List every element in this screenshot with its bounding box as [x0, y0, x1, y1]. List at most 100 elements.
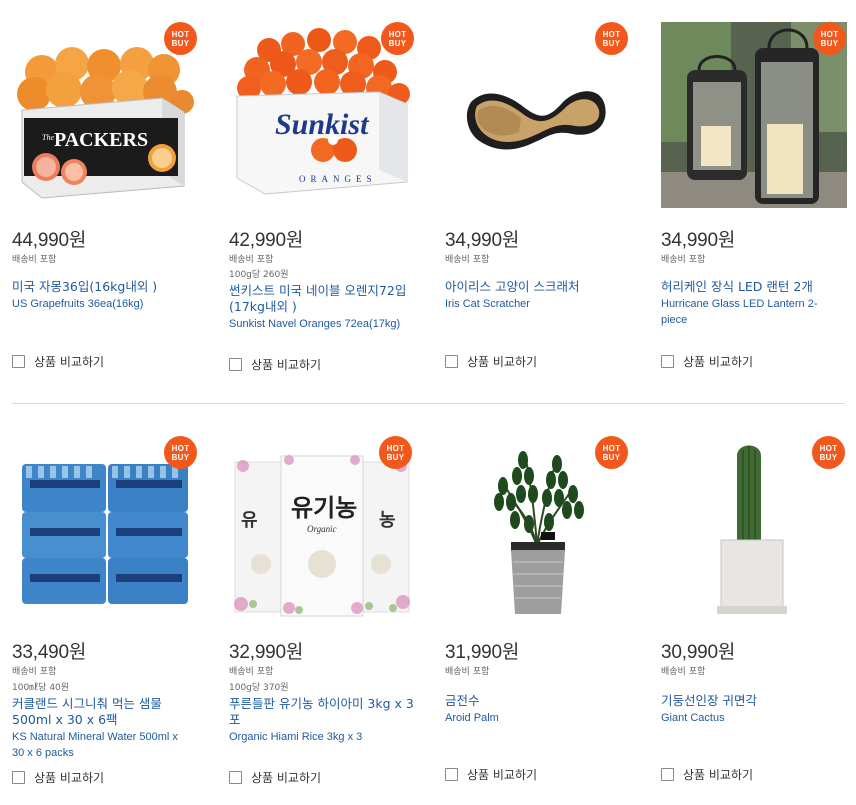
compare-checkbox[interactable]: 상품 비교하기	[229, 769, 321, 786]
badge-line: BUY	[602, 452, 621, 462]
badge-line: HOT	[602, 29, 621, 39]
row-divider	[12, 403, 845, 404]
product-price: 31,990원	[445, 642, 520, 663]
unit-price: 100㎖당 40원	[12, 683, 70, 693]
shipping-note: 배송비 포함	[229, 667, 274, 677]
badge-line: HOT	[819, 443, 838, 453]
box-brand: Sunkist	[275, 108, 370, 141]
shipping-note: 배송비 포함	[445, 667, 490, 677]
product-price: 42,990원	[229, 230, 304, 251]
compare-label: 상품 비교하기	[467, 355, 538, 369]
badge-line: HOT	[820, 29, 839, 39]
compare-checkbox[interactable]: 상품 비교하기	[12, 353, 104, 370]
badge-line: HOT	[388, 29, 407, 39]
product-name-korean[interactable]: 아이리스 고양이 스크래처	[445, 279, 635, 295]
badge-line: HOT	[602, 443, 621, 453]
compare-checkbox[interactable]: 상품 비교하기	[661, 353, 753, 370]
shipping-note: 배송비 포함	[12, 667, 57, 677]
unit-price: 100g당 370원	[229, 683, 289, 693]
product-name-english[interactable]: Iris Cat Scratcher	[445, 296, 640, 312]
compare-checkbox[interactable]: 상품 비교하기	[12, 769, 104, 786]
product-name-korean[interactable]: 썬키스트 미국 네이블 오렌지72입 (17kg내외 )	[229, 283, 414, 315]
badge-line: BUY	[388, 38, 407, 48]
product-card[interactable]: HOT BUY 34,990원 배송비 포함 허리케인 장식 LED 랜턴 2개…	[661, 22, 856, 382]
product-name-english[interactable]: Sunkist Navel Oranges 72ea(17kg)	[229, 316, 424, 332]
checkbox-icon[interactable]	[12, 355, 25, 368]
product-name-korean[interactable]: 기둥선인장 귀면각	[661, 693, 851, 709]
badge-line: HOT	[386, 443, 405, 453]
compare-label: 상품 비교하기	[34, 771, 105, 785]
checkbox-icon[interactable]	[12, 771, 25, 784]
compare-checkbox[interactable]: 상품 비교하기	[229, 356, 321, 373]
svg-text:The: The	[42, 133, 54, 142]
hot-buy-badge: HOT BUY	[812, 436, 845, 469]
checkbox-icon[interactable]	[445, 355, 458, 368]
product-name-english[interactable]: KS Natural Mineral Water 500ml x 30 x 6 …	[12, 729, 192, 761]
product-name-korean[interactable]: 허리케인 장식 LED 랜턴 2개	[661, 279, 851, 295]
badge-line: BUY	[171, 452, 190, 462]
shipping-note: 배송비 포함	[12, 255, 57, 265]
hot-buy-badge: HOT BUY	[381, 22, 414, 55]
product-price: 30,990원	[661, 642, 736, 663]
box-label: PACKERS	[54, 129, 148, 151]
compare-label: 상품 비교하기	[467, 768, 538, 782]
badge-line: BUY	[171, 38, 190, 48]
badge-line: BUY	[602, 38, 621, 48]
product-price: 32,990원	[229, 642, 304, 663]
product-name-english[interactable]: Organic Hiami Rice 3kg x 3	[229, 729, 424, 745]
compare-checkbox[interactable]: 상품 비교하기	[445, 353, 537, 370]
checkbox-icon[interactable]	[661, 768, 674, 781]
product-price: 44,990원	[12, 230, 87, 251]
compare-checkbox[interactable]: 상품 비교하기	[445, 766, 537, 783]
product-card[interactable]: 유기농 Organic 유 농 HOT BUY 32,990원 배송비 포함 1…	[229, 436, 429, 796]
hot-buy-badge: HOT BUY	[595, 436, 628, 469]
product-card[interactable]: HOT BUY 34,990원 배송비 포함 아이리스 고양이 스크래처 Iri…	[445, 22, 645, 382]
badge-line: BUY	[820, 38, 839, 48]
product-name-english[interactable]: US Grapefruits 36ea(16kg)	[12, 296, 207, 312]
compare-label: 상품 비교하기	[251, 358, 322, 372]
product-price: 34,990원	[445, 230, 520, 251]
checkbox-icon[interactable]	[229, 771, 242, 784]
compare-label: 상품 비교하기	[251, 771, 322, 785]
shipping-note: 배송비 포함	[661, 255, 706, 265]
product-card[interactable]: HOT BUY 31,990원 배송비 포함 금전수 Aroid Palm 상품…	[445, 436, 645, 796]
bag-sub: Organic	[307, 524, 337, 534]
compare-label: 상품 비교하기	[683, 768, 754, 782]
box-sub: ORANGES	[299, 174, 377, 184]
product-card[interactable]: HOT BUY 30,990원 배송비 포함 기둥선인장 귀면각 Giant C…	[661, 436, 856, 796]
product-name-english[interactable]: Aroid Palm	[445, 710, 640, 726]
hot-buy-badge: HOT BUY	[164, 436, 197, 469]
compare-label: 상품 비교하기	[34, 355, 105, 369]
product-name-korean[interactable]: 금전수	[445, 693, 635, 709]
hot-buy-badge: HOT BUY	[813, 22, 846, 55]
product-price: 34,990원	[661, 230, 736, 251]
product-name-english[interactable]: Hurricane Glass LED Lantern 2-piece	[661, 296, 831, 328]
compare-label: 상품 비교하기	[683, 355, 754, 369]
product-card[interactable]: HOT BUY 33,490원 배송비 포함 100㎖당 40원 커클랜드 시그…	[12, 436, 212, 796]
product-name-korean[interactable]: 커클랜드 시그니춰 먹는 샘물 500ml x 30 x 6팩	[12, 696, 192, 728]
compare-checkbox[interactable]: 상품 비교하기	[661, 766, 753, 783]
badge-line: BUY	[386, 452, 405, 462]
checkbox-icon[interactable]	[229, 358, 242, 371]
product-card[interactable]: The PACKERS HOT BUY 44,990원 배송비 포함 미국 자몽…	[12, 22, 212, 382]
svg-text:농: 농	[379, 510, 396, 531]
unit-price: 100g당 260원	[229, 270, 289, 280]
checkbox-icon[interactable]	[661, 355, 674, 368]
product-name-english[interactable]: Giant Cactus	[661, 710, 856, 726]
badge-line: BUY	[819, 452, 838, 462]
product-price: 33,490원	[12, 642, 87, 663]
bag-label: 유기농	[291, 493, 357, 522]
hot-buy-badge: HOT BUY	[595, 22, 628, 55]
badge-line: HOT	[171, 29, 190, 39]
shipping-note: 배송비 포함	[661, 667, 706, 677]
badge-line: HOT	[171, 443, 190, 453]
product-name-korean[interactable]: 미국 자몽36입(16kg내외 )	[12, 279, 202, 295]
product-name-korean[interactable]: 푸른들판 유기농 하이아미 3kg x 3포	[229, 696, 414, 728]
hot-buy-badge: HOT BUY	[164, 22, 197, 55]
shipping-note: 배송비 포함	[445, 255, 490, 265]
svg-text:유: 유	[241, 510, 258, 531]
checkbox-icon[interactable]	[445, 768, 458, 781]
product-card[interactable]: Sunkist ORANGES HOT BUY 42,990원 배송비 포함 1…	[229, 22, 429, 382]
shipping-note: 배송비 포함	[229, 255, 274, 265]
hot-buy-badge: HOT BUY	[379, 436, 412, 469]
